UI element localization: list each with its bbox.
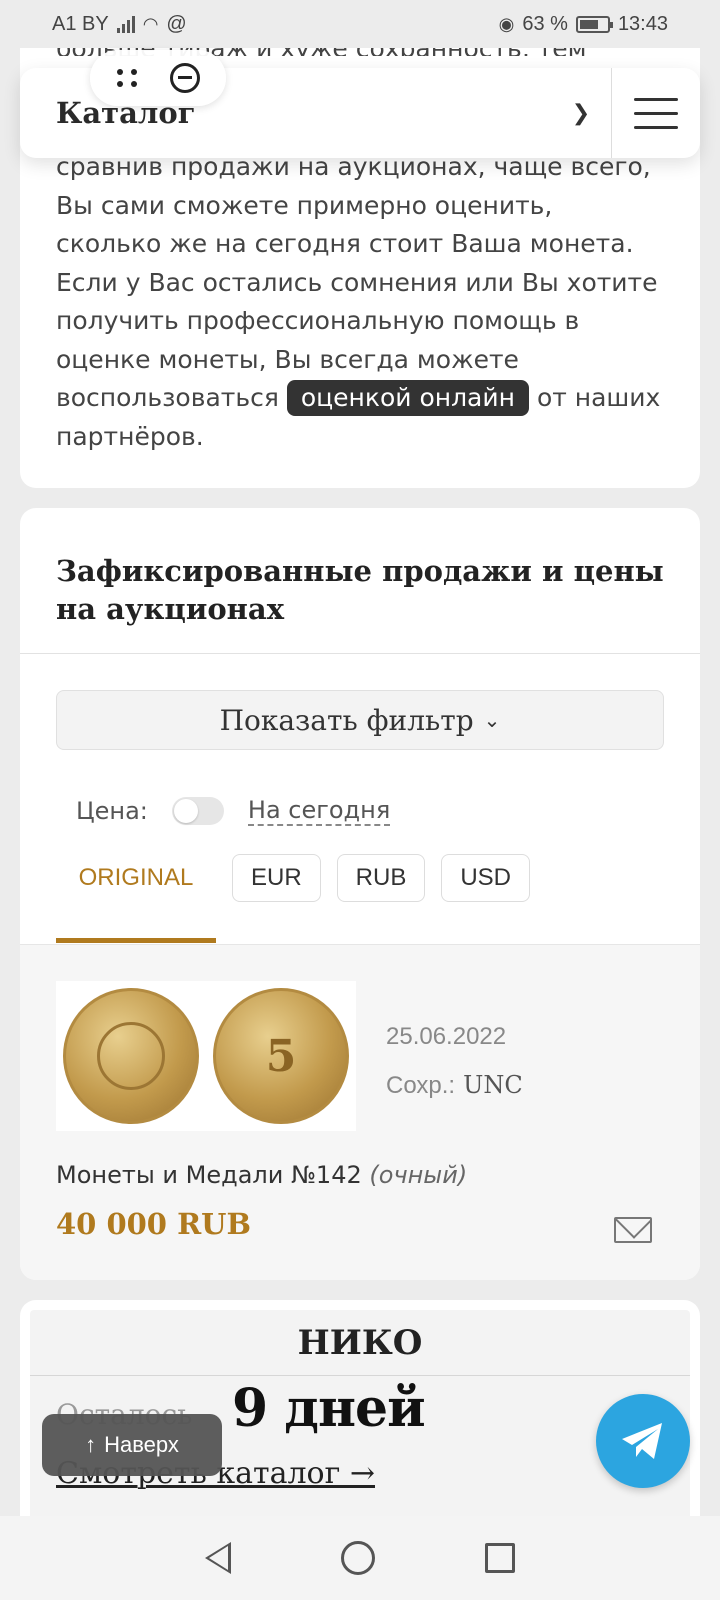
catalog-dropdown-label[interactable]: Каталог <box>20 96 551 130</box>
today-price-link[interactable]: На сегодня <box>247 796 391 826</box>
chevron-down-icon[interactable]: ❯ <box>551 101 611 126</box>
coin-obverse-image <box>63 988 199 1124</box>
status-bar: A1 BY ◠ @ ◉ 63 % 13:43 <box>0 0 720 48</box>
coin-reverse-image: 5 <box>213 988 349 1124</box>
intro-text: сравнив продажи на аукционах, чаще всего… <box>56 152 658 412</box>
at-icon: @ <box>166 12 187 35</box>
tab-original[interactable]: ORIGINAL <box>56 854 216 902</box>
floating-window-controls[interactable] <box>90 50 226 106</box>
recent-square-icon[interactable] <box>485 1543 515 1573</box>
online-appraisal-link[interactable]: оценкой онлайн <box>286 380 529 416</box>
tab-usd[interactable]: USD <box>441 854 531 902</box>
grid-dots-icon[interactable] <box>116 69 137 87</box>
lot-condition: Сохр.: UNC <box>386 1071 523 1100</box>
tab-rub[interactable]: RUB <box>336 854 426 902</box>
clock: 13:43 <box>617 12 668 35</box>
sale-lot[interactable]: 5 25.06.2022 Сохр.: UNC Монеты и Медали №… <box>20 944 700 1280</box>
auction-name: Монеты и Медали №142 <box>56 1161 362 1189</box>
lot-date: 25.06.2022 <box>386 1023 507 1050</box>
system-nav-bar <box>0 1516 720 1600</box>
signal-icon <box>116 15 135 33</box>
price-label: Цена: <box>76 797 148 825</box>
sales-card: Зафиксированные продажи и цены на аукцио… <box>20 508 700 1280</box>
active-tab-indicator <box>56 938 216 943</box>
back-to-top-button[interactable]: ↑ Наверх <box>42 1414 222 1476</box>
telegram-button[interactable] <box>596 1394 690 1488</box>
carrier-label: A1 BY <box>52 12 109 35</box>
lot-price: 40 000 RUB <box>56 1207 251 1241</box>
auction-name: НИКО <box>30 1310 690 1376</box>
condition-value: UNC <box>463 1071 523 1099</box>
lot-auction: Монеты и Медали №142 (очный) <box>56 1161 467 1189</box>
envelope-icon[interactable] <box>614 1217 652 1243</box>
sales-title: Зафиксированные продажи и цены на аукцио… <box>20 508 700 654</box>
condition-label: Сохр.: <box>386 1072 456 1099</box>
back-triangle-icon[interactable] <box>205 1542 231 1574</box>
show-filter-label: Показать фильтр <box>219 703 474 737</box>
battery-percent: 63 % <box>522 12 568 35</box>
auction-type: (очный) <box>369 1161 468 1189</box>
tab-eur[interactable]: EUR <box>232 854 321 902</box>
today-price-toggle[interactable] <box>171 797 224 825</box>
back-to-top-label: Наверх <box>104 1432 179 1457</box>
wifi-icon: ◠ <box>142 13 159 34</box>
telegram-icon <box>622 1423 662 1459</box>
show-filter-button[interactable]: Показать фильтр ⌄ <box>56 690 664 750</box>
minus-circle-icon[interactable] <box>169 63 200 93</box>
remaining-days: 9 дней <box>232 1378 426 1439</box>
data-saver-icon: ◉ <box>498 13 515 34</box>
battery-icon <box>575 15 613 33</box>
chevron-down-icon: ⌄ <box>483 708 501 732</box>
coin-denomination: 5 <box>265 1030 297 1082</box>
home-circle-icon[interactable] <box>341 1541 375 1575</box>
hamburger-menu-icon[interactable] <box>612 68 700 158</box>
price-toggle-row: Цена: На сегодня <box>76 796 700 826</box>
arrow-up-icon: ↑ <box>85 1432 97 1457</box>
coin-photo[interactable]: 5 <box>56 981 356 1131</box>
currency-tabs: ORIGINAL EUR RUB USD <box>56 854 700 902</box>
